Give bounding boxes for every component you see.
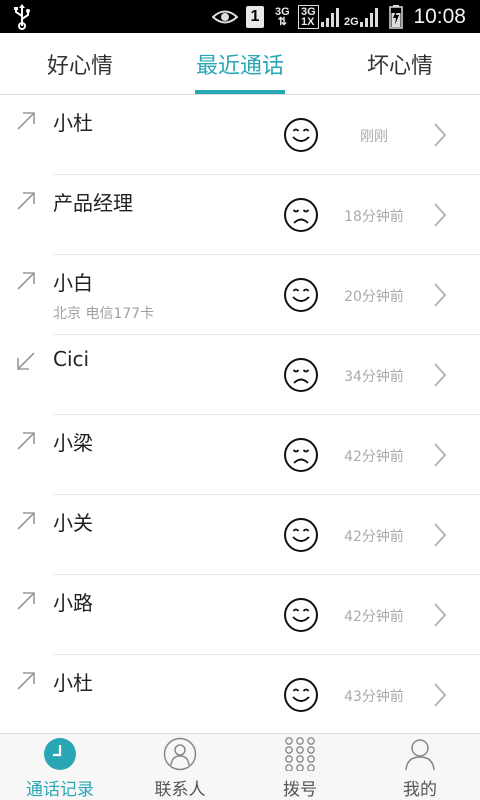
clock-time: 10:08 <box>413 4 466 28</box>
call-time: 43分钟前 <box>344 689 404 705</box>
dialpad-icon <box>283 737 317 772</box>
outgoing-call-icon <box>17 512 35 530</box>
nav-call-log[interactable]: 通话记录 <box>0 734 120 800</box>
tab-good-mood[interactable]: 好心情 <box>0 33 160 95</box>
contact-name: 小杜 <box>53 111 93 135</box>
tab-recent-calls[interactable]: 最近通话 <box>160 33 320 95</box>
signal-2-indicator: 2G <box>344 0 378 33</box>
nav-call-log-label: 通话记录 <box>26 780 94 800</box>
contact-subtitle: 北京 电信177卡 <box>53 306 155 322</box>
outgoing-call-icon <box>17 672 35 690</box>
incoming-call-icon <box>17 352 35 370</box>
call-row[interactable]: 小梁 42分钟前 <box>0 415 480 495</box>
outgoing-call-icon <box>17 112 35 130</box>
battery-charging-icon <box>389 0 403 33</box>
contact-name: 小关 <box>53 511 93 535</box>
outgoing-call-icon <box>17 272 35 290</box>
clock-icon <box>43 737 77 771</box>
call-time: 42分钟前 <box>344 609 404 625</box>
call-time: 18分钟前 <box>344 209 404 225</box>
chevron-right-icon[interactable] <box>432 282 448 308</box>
happy-face-icon[interactable] <box>283 517 319 553</box>
outgoing-call-icon <box>17 432 35 450</box>
status-bar: 1 3G ⇅ 3G 1X 2G 10:08 <box>0 0 480 33</box>
outgoing-call-icon <box>17 192 35 210</box>
network-3g-indicator: 3G ⇅ <box>275 0 290 33</box>
happy-face-icon[interactable] <box>283 677 319 713</box>
sad-face-icon[interactable] <box>283 357 319 393</box>
happy-face-icon[interactable] <box>283 597 319 633</box>
mood-tab-bar: 好心情 最近通话 坏心情 <box>0 33 480 95</box>
nav-contacts-label: 联系人 <box>154 780 206 800</box>
sim-number: 1 <box>250 7 260 25</box>
bottom-navigation: 通话记录 联系人 拨号 我的 <box>0 733 480 800</box>
call-time: 42分钟前 <box>344 449 404 465</box>
contact-name: 小梁 <box>53 431 93 455</box>
nav-dialpad-label: 拨号 <box>283 780 317 800</box>
call-row[interactable]: 小杜 43分钟前 <box>0 655 480 733</box>
contact-name: 小路 <box>53 591 93 615</box>
tab-bad-mood[interactable]: 坏心情 <box>320 33 480 95</box>
sad-face-icon[interactable] <box>283 437 319 473</box>
network-3g-label: 3G <box>275 5 290 18</box>
call-time: 42分钟前 <box>344 529 404 545</box>
profile-icon <box>403 737 437 771</box>
happy-face-icon[interactable] <box>283 117 319 153</box>
call-row[interactable]: 产品经理 18分钟前 <box>0 175 480 255</box>
eye-icon <box>212 0 238 33</box>
contact-name: 产品经理 <box>53 191 133 215</box>
chevron-right-icon[interactable] <box>432 602 448 628</box>
signal-1-indicator: 3G 1X <box>298 0 339 33</box>
sad-face-icon[interactable] <box>283 197 319 233</box>
data-arrows-icon: ⇅ <box>277 15 287 28</box>
chevron-right-icon[interactable] <box>432 442 448 468</box>
call-row[interactable]: 小关 42分钟前 <box>0 495 480 575</box>
chevron-right-icon[interactable] <box>432 522 448 548</box>
sim-icon: 1 <box>246 0 264 33</box>
call-row[interactable]: 小白北京 电信177卡 20分钟前 <box>0 255 480 335</box>
usb-icon <box>12 0 32 33</box>
contact-name: 小白 <box>53 271 93 295</box>
signal-bars-icon <box>320 7 339 27</box>
signal-bars-2-icon <box>359 7 378 27</box>
nav-dialpad[interactable]: 拨号 <box>240 734 360 800</box>
chevron-right-icon[interactable] <box>432 682 448 708</box>
nav-contacts[interactable]: 联系人 <box>120 734 240 800</box>
call-time: 刚刚 <box>360 129 388 145</box>
chevron-right-icon[interactable] <box>432 122 448 148</box>
network-2g-label: 2G <box>344 15 359 28</box>
chevron-right-icon[interactable] <box>432 362 448 388</box>
network-3g-label-b: 3G <box>301 5 316 18</box>
call-row[interactable]: 小杜刚刚 <box>0 95 480 175</box>
network-1x-label: 1X <box>301 15 315 28</box>
active-tab-indicator <box>195 90 285 94</box>
outgoing-call-icon <box>17 592 35 610</box>
contact-name: 小杜 <box>53 671 93 695</box>
call-row[interactable]: 小路 42分钟前 <box>0 575 480 655</box>
chevron-right-icon[interactable] <box>432 202 448 228</box>
contacts-icon <box>163 737 197 771</box>
recent-calls-list: 小杜 刚刚 产品经理 18分钟前 小白 北京 电信177卡 20分钟前 Cici 34分钟前 小梁… <box>0 95 480 733</box>
call-time: 34分钟前 <box>344 369 404 385</box>
nav-profile[interactable]: 我的 <box>360 734 480 800</box>
call-row[interactable]: Cici 34分钟前 <box>0 335 480 415</box>
call-time: 20分钟前 <box>344 289 404 305</box>
nav-profile-label: 我的 <box>403 780 437 800</box>
happy-face-icon[interactable] <box>283 277 319 313</box>
contact-name: Cici <box>53 347 90 371</box>
